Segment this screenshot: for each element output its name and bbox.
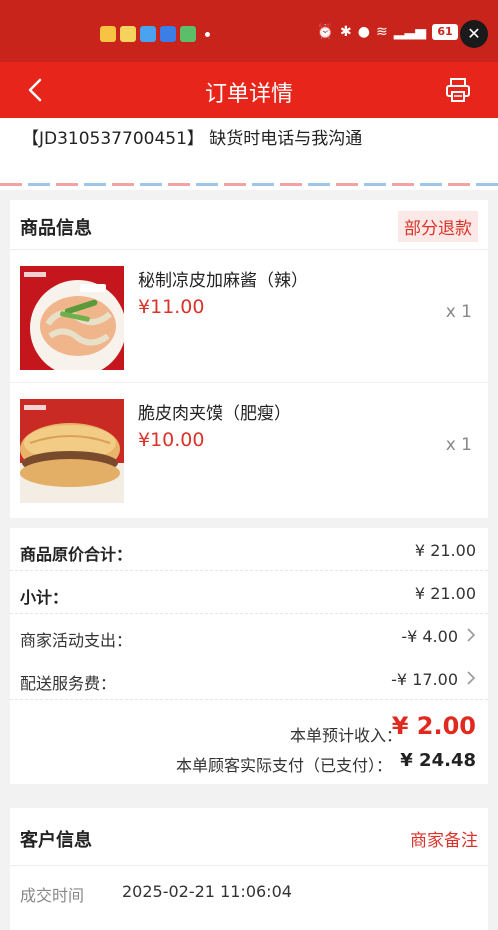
location-icon: ● (357, 24, 370, 40)
list-item[interactable]: 脆皮肉夹馍（肥瘦） ¥10.00 x 1 (10, 383, 488, 516)
delivery-fee-row[interactable]: 配送服务费： -¥ 17.00 (10, 657, 488, 700)
notification-icons (100, 26, 210, 42)
delivery-fee-value: -¥ 17.00 (391, 670, 458, 689)
app-notification-icon (120, 26, 136, 42)
customer-paid-value: ¥ 24.48 (400, 750, 476, 771)
airmail-border (0, 183, 498, 186)
merchant-promo-label: 商家活动支出： (20, 631, 133, 650)
system-icons: ⏰ ✱ ● ≋ ▂▃▅ 61 (317, 24, 458, 40)
estimated-income-row: 本单预计收入： ¥ 2.00 (10, 708, 488, 748)
product-image (20, 399, 124, 503)
merchant-promo-row[interactable]: 商家活动支出： -¥ 4.00 (10, 614, 488, 657)
order-info-strip: 【JD310537700451】 缺货时电话与我沟通 (0, 118, 498, 190)
subtotal-value: ¥ 21.00 (414, 584, 476, 603)
printer-icon[interactable] (444, 76, 472, 104)
order-id-and-note: 【JD310537700451】 缺货时电话与我沟通 (22, 129, 363, 149)
chevron-right-icon (467, 671, 476, 685)
product-quantity: x 1 (445, 302, 472, 322)
merchant-note-link[interactable]: 商家备注 (410, 826, 478, 851)
product-price: ¥10.00 (138, 429, 205, 451)
customer-section-title: 客户信息 (20, 830, 92, 851)
page-title: 订单详情 (204, 82, 293, 107)
original-total-row: 商品原价合计： ¥ 21.00 (10, 528, 488, 571)
product-name: 脆皮肉夹馍（肥瘦） (138, 404, 291, 424)
nav-bar: 订单详情 (0, 62, 498, 118)
estimated-income-label: 本单预计收入： (289, 726, 402, 745)
customer-paid-row: 本单顾客实际支付（已支付）： ¥ 24.48 (10, 748, 488, 778)
goods-card: 商品信息 部分退款 秘制凉皮加麻酱（辣） ¥11.00 x 1 脆皮肉夹馍（肥瘦… (10, 200, 488, 518)
close-icon[interactable]: ✕ (460, 20, 488, 48)
customer-info-card: 客户信息 商家备注 成交时间 2025-02-21 11:06:04 (10, 808, 488, 930)
original-total-value: ¥ 21.00 (414, 541, 476, 560)
signal-icon: ▂▃▅ (393, 24, 426, 40)
goods-section-title: 商品信息 (20, 218, 92, 239)
deal-time-row: 成交时间 2025-02-21 11:06:04 (10, 866, 488, 926)
delivery-fee-label: 配送服务费： (20, 674, 117, 693)
wifi-icon: ≋ (375, 24, 388, 40)
status-bar: ⏰ ✱ ● ≋ ▂▃▅ 61 ✕ (0, 0, 498, 62)
product-price: ¥11.00 (138, 296, 205, 318)
customer-paid-label: 本单顾客实际支付（已支付）： (175, 756, 392, 775)
product-image (20, 266, 124, 370)
app-notification-icon (160, 26, 176, 42)
more-dot-icon (205, 32, 210, 37)
goods-card-header: 商品信息 部分退款 (10, 200, 488, 250)
original-total-label: 商品原价合计： (20, 545, 133, 564)
alarm-icon: ⏰ (316, 24, 334, 40)
battery-icon: 61 (432, 24, 458, 40)
deal-time-value: 2025-02-21 11:06:04 (122, 882, 292, 901)
subtotal-label: 小计： (20, 588, 69, 607)
partial-refund-badge[interactable]: 部分退款 (398, 211, 478, 242)
price-summary-card: 商品原价合计： ¥ 21.00 小计： ¥ 21.00 商家活动支出： -¥ 4… (10, 528, 488, 784)
product-quantity: x 1 (445, 435, 472, 455)
customer-card-header: 客户信息 商家备注 (10, 808, 488, 866)
merchant-promo-value: -¥ 4.00 (401, 627, 458, 646)
list-item[interactable]: 秘制凉皮加麻酱（辣） ¥11.00 x 1 (10, 250, 488, 383)
chevron-right-icon (467, 628, 476, 642)
subtotal-row: 小计： ¥ 21.00 (10, 571, 488, 614)
app-notification-icon (140, 26, 156, 42)
bluetooth-icon: ✱ (340, 24, 352, 40)
deal-time-label: 成交时间 (20, 886, 85, 905)
app-notification-icon (180, 26, 196, 42)
app-notification-icon (100, 26, 116, 42)
estimated-income-value: ¥ 2.00 (391, 712, 476, 740)
product-name: 秘制凉皮加麻酱（辣） (138, 271, 308, 291)
